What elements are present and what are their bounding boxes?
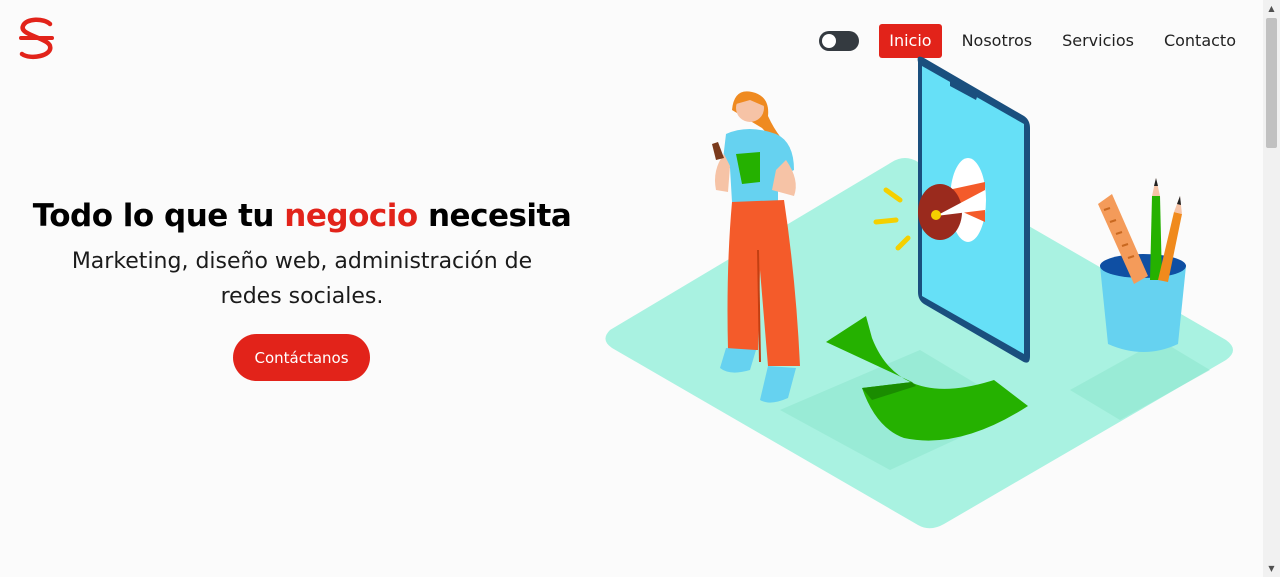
- hero-subtitle: Marketing, diseño web, administración de…: [71, 249, 533, 309]
- vertical-scrollbar[interactable]: ▲ ▼: [1263, 0, 1280, 577]
- page: Inicio Nosotros Servicios Contacto Todo …: [0, 0, 1280, 577]
- s-logo-icon[interactable]: [16, 16, 58, 62]
- hero-title-after: necesita: [417, 198, 572, 234]
- toggle-knob: [822, 33, 837, 48]
- contact-button[interactable]: Contáctanos: [233, 334, 370, 381]
- hero-title-accent: negocio: [284, 198, 418, 234]
- marketing-illustration-icon: [600, 50, 1240, 540]
- hero-title: Todo lo que tu negocio necesita: [0, 198, 604, 234]
- scroll-up-icon[interactable]: ▲: [1263, 0, 1280, 17]
- scroll-thumb[interactable]: [1266, 18, 1277, 148]
- hero-title-before: Todo lo que tu: [32, 198, 285, 234]
- scroll-down-icon[interactable]: ▼: [1263, 560, 1280, 577]
- theme-toggle-icon[interactable]: [819, 30, 860, 51]
